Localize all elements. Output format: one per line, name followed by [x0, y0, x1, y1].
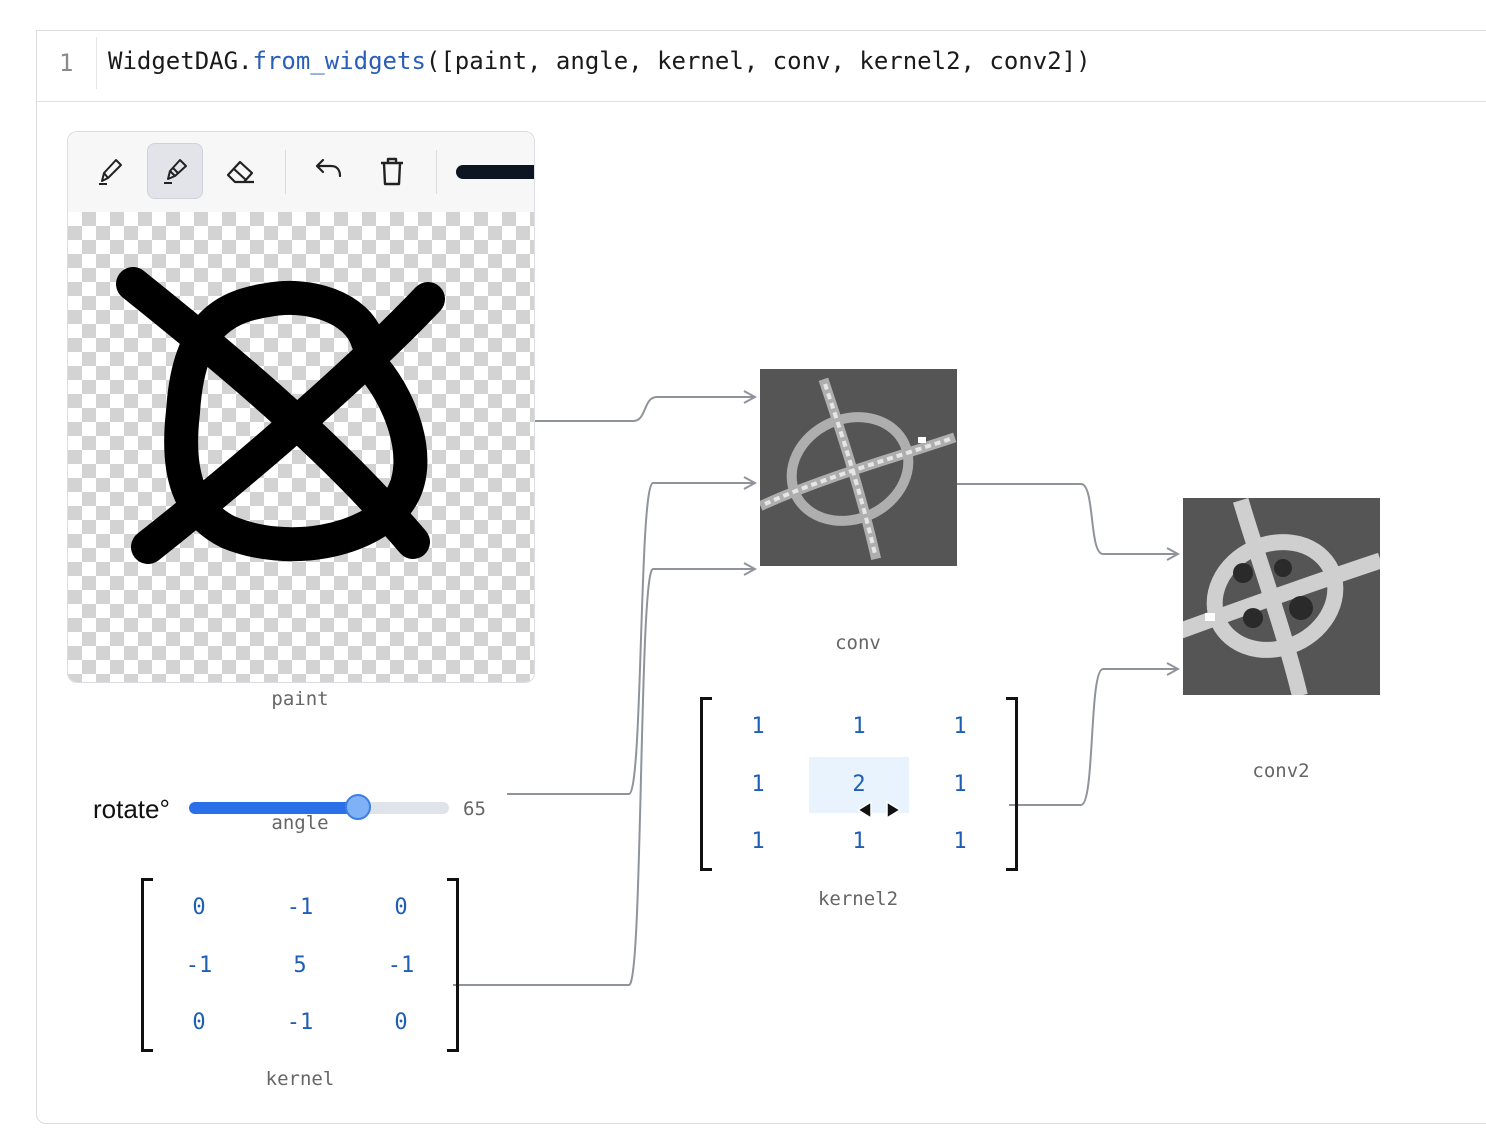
marker-icon — [164, 159, 187, 184]
conv-output-image — [760, 369, 957, 566]
undo-icon — [315, 158, 342, 178]
conv-image-render — [760, 369, 957, 566]
code-line[interactable]: WidgetDAG.from_widgets([paint, angle, ke… — [108, 47, 1091, 75]
pencil-tool-button[interactable] — [82, 143, 138, 199]
kernel-matrix: 0 -1 0 -1 5 -1 0 -1 0 — [141, 878, 459, 1052]
undo-button[interactable] — [299, 143, 355, 199]
clear-button[interactable] — [364, 143, 420, 199]
matrix-cell[interactable]: 0 — [351, 880, 451, 936]
cell-output: paint rotate° 65 angle 0 -1 0 -1 5 -1 0 -1 0 ker… — [37, 102, 1486, 1123]
pencil-icon — [99, 159, 122, 185]
edge-kernel2-conv2 — [1009, 669, 1178, 806]
matrix-cell[interactable]: 1 — [708, 699, 808, 755]
matrix-cell[interactable]: 5 — [250, 938, 350, 994]
code-editor[interactable]: 1 WidgetDAG.from_widgets([paint, angle, … — [37, 31, 1486, 102]
drawing-canvas[interactable] — [68, 212, 534, 682]
line-number: 1 — [59, 49, 74, 77]
matrix-cell[interactable]: 1 — [910, 757, 1010, 813]
brush-color-swatch[interactable] — [456, 165, 534, 179]
notebook-cell: 1 WidgetDAG.from_widgets([paint, angle, … — [36, 30, 1486, 1124]
conv2-caption: conv2 — [1252, 760, 1310, 782]
code-prefix: WidgetDAG. — [108, 47, 253, 75]
matrix-cell[interactable]: 1 — [809, 814, 909, 870]
gutter-divider — [96, 37, 97, 89]
conv-caption: conv — [835, 632, 881, 654]
paint-widget — [67, 131, 535, 683]
angle-caption: angle — [271, 812, 329, 834]
matrix-cell[interactable]: 1 — [708, 757, 808, 813]
paint-toolbar — [68, 132, 534, 213]
code-args: ([paint, angle, kernel, conv, kernel2, c… — [425, 47, 1091, 75]
matrix-cell[interactable]: -1 — [250, 995, 350, 1051]
eraser-icon — [226, 160, 254, 184]
toolbar-divider — [436, 150, 437, 194]
edge-conv-conv2 — [957, 483, 1178, 554]
matrix-cell[interactable]: -1 — [351, 938, 451, 994]
matrix-cell[interactable]: 1 — [910, 814, 1010, 870]
conv2-image-render — [1183, 498, 1380, 695]
kernel-caption: kernel — [265, 1068, 335, 1090]
eraser-tool-button[interactable] — [212, 143, 268, 199]
kernel2-matrix: 111121111 — [700, 697, 1018, 871]
matrix-cell[interactable]: 1 — [809, 699, 909, 755]
drawing-strokes — [116, 267, 445, 564]
matrix-cell[interactable]: 0 — [149, 880, 249, 936]
trash-icon — [381, 157, 403, 186]
kernel2-caption: kernel2 — [817, 888, 899, 910]
matrix-cell[interactable]: -1 — [149, 938, 249, 994]
edge-paint-conv — [535, 397, 755, 422]
matrix-cell[interactable]: -1 — [250, 880, 350, 936]
matrix-cell[interactable]: 1 — [708, 814, 808, 870]
resize-cursor-icon — [856, 800, 902, 820]
code-function: from_widgets — [252, 47, 426, 75]
toolbar-divider — [285, 150, 286, 194]
marker-tool-button[interactable] — [147, 143, 203, 199]
conv2-output-image — [1183, 498, 1380, 695]
matrix-cell[interactable]: 0 — [351, 995, 451, 1051]
paint-caption: paint — [271, 688, 329, 710]
matrix-cell[interactable]: 1 — [910, 699, 1010, 755]
matrix-cell[interactable]: 0 — [149, 995, 249, 1051]
